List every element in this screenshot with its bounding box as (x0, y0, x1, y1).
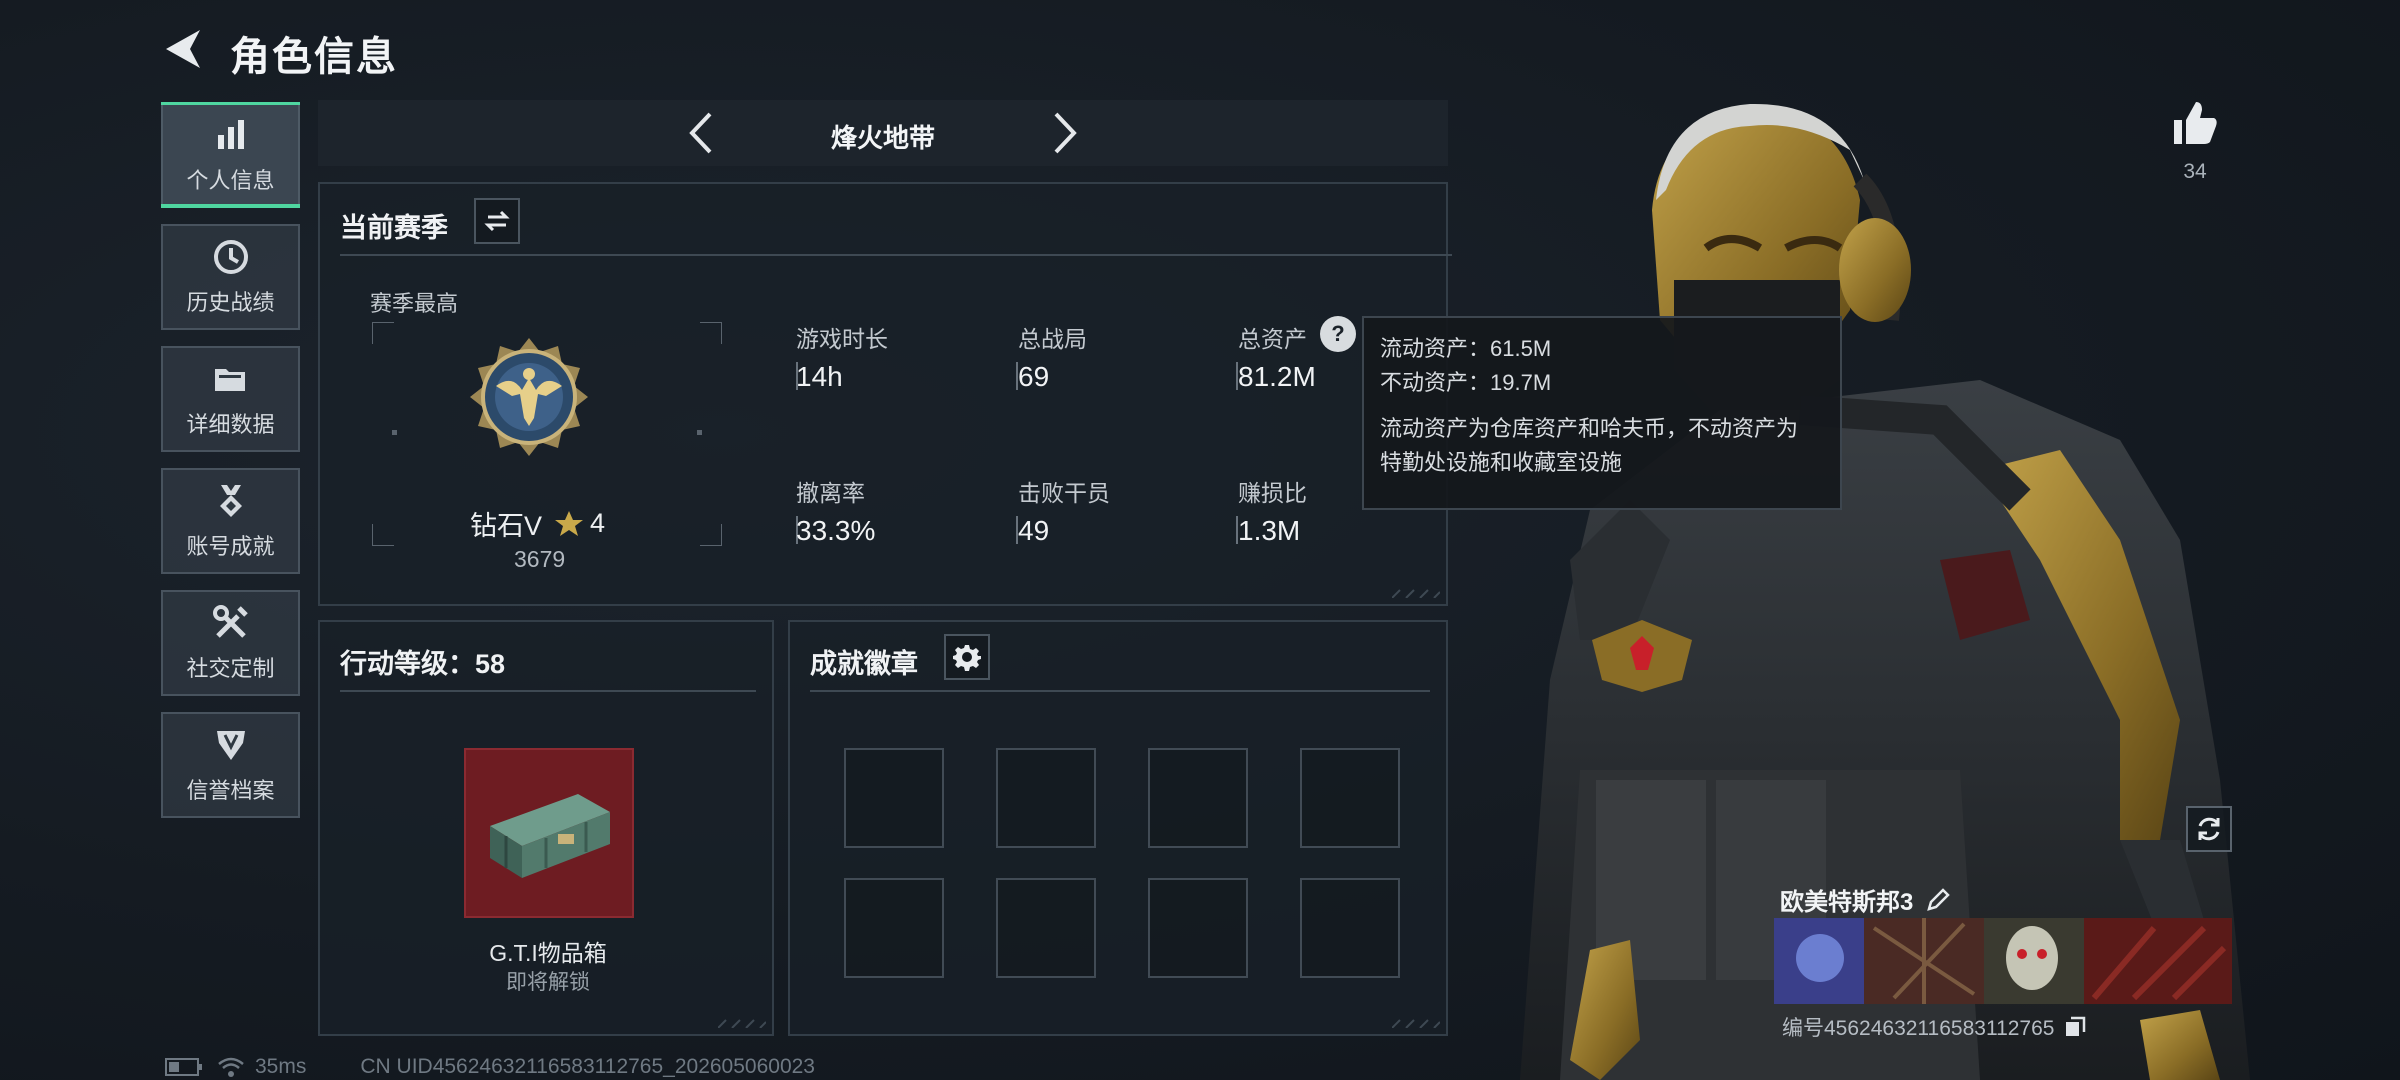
ping-value: 35ms (255, 1054, 307, 1078)
refresh-icon (2198, 817, 2220, 841)
bar-chart-icon (217, 120, 244, 149)
player-card-banner[interactable] (1774, 918, 2232, 1004)
switch-season-button[interactable] (474, 198, 520, 244)
divider (340, 254, 1452, 256)
stat-value: 14h (796, 361, 843, 392)
badge-slot[interactable] (844, 878, 944, 978)
nav-item-label: 历史战绩 (186, 290, 275, 315)
stat-value: 49 (1018, 515, 1050, 546)
swap-icon (484, 210, 510, 232)
nav-item-social[interactable]: 社交定制 (161, 590, 300, 696)
stat-value: 1.3M (1238, 515, 1301, 546)
crate-icon (490, 794, 610, 878)
achievements-title: 成就徽章 (810, 649, 918, 679)
season-panel: 当前赛季 赛季最高 钻石V 4 3679 游戏时长 14h 总战局 69 总资产… (318, 182, 1452, 606)
rank-name: 钻石V (470, 511, 543, 541)
badge-slot[interactable] (996, 878, 1096, 978)
question-icon: ? (1331, 321, 1345, 346)
copy-id-button[interactable] (2064, 1016, 2086, 1038)
mode-title: 烽火地带 (830, 123, 935, 153)
nav-item-achievements[interactable]: 账号成就 (161, 468, 300, 574)
uid-text: CN UID4562463211658311276​5_202605060023 (360, 1054, 815, 1078)
rotate-button[interactable] (2186, 806, 2232, 852)
nav-item-label: 个人信息 (186, 168, 275, 193)
badge-slot[interactable] (996, 748, 1096, 848)
chevron-right-icon[interactable] (1038, 108, 1088, 158)
player-id: 编号4562463211658311276​5 (1782, 1012, 2086, 1042)
gear-icon (953, 645, 981, 671)
badge-slot[interactable] (844, 748, 944, 848)
clock-icon (213, 240, 248, 274)
like-count: 34 (2183, 160, 2207, 183)
like-button[interactable] (2170, 98, 2220, 148)
rank-info: 钻石V 4 (470, 504, 605, 543)
folder-icon (214, 369, 245, 391)
nav-item-label: 信誉档案 (186, 778, 275, 803)
back-arrow-icon (166, 30, 200, 68)
badge-slot[interactable] (1300, 748, 1400, 848)
action-level-title: 行动等级：58 (340, 649, 506, 679)
section-title: 当前赛季 (340, 213, 448, 243)
nav-item-personal-info[interactable]: 个人信息 (161, 102, 300, 208)
page-title: 角色信息 (230, 35, 398, 79)
divider (810, 690, 1430, 692)
stat-label: 击败干员 (1018, 480, 1110, 506)
badge-slot[interactable] (1300, 878, 1400, 978)
fixed-assets-text: 不动资产：19.7M (1380, 370, 1552, 395)
asset-description-line-2: 特勤处设施和收藏室设施 (1380, 450, 1623, 475)
player-id-text: 编号4562463211658311276​5 (1782, 1017, 2055, 1040)
rank-score: 3679 (514, 546, 566, 572)
star-icon (555, 510, 584, 536)
medal-icon (219, 485, 242, 517)
achievements-panel: 成就徽章 (788, 620, 1448, 1036)
rank-emblem-icon (470, 338, 588, 456)
stat-label: 游戏时长 (796, 326, 888, 352)
edit-name-button[interactable] (1925, 887, 1951, 913)
achievement-settings-button[interactable] (944, 634, 990, 680)
stat-value: 33.3% (796, 515, 876, 546)
player-name: 欧美特斯邦3 (1780, 882, 1951, 917)
reward-status: 即将解锁 (506, 971, 590, 994)
help-button[interactable]: ? (1320, 316, 1356, 352)
player-name-text: 欧美特斯邦3 (1780, 889, 1914, 916)
corner-decoration (718, 1019, 766, 1028)
nav-item-label: 社交定制 (186, 656, 275, 681)
mode-selector: 烽火地带 (318, 100, 1448, 166)
asset-description-line-1: 流动资产为仓库资产和哈夫币，不动资产为 (1380, 416, 1799, 441)
rank-stars: 4 (590, 508, 606, 538)
badge-slot[interactable] (1148, 748, 1248, 848)
wifi-icon (218, 1057, 244, 1077)
stat-label: 总战局 (1018, 326, 1087, 352)
nav-item-history[interactable]: 历史战绩 (161, 224, 300, 330)
nav-item-label: 账号成就 (186, 534, 275, 559)
divider (340, 690, 756, 692)
nav-item-detailed-data[interactable]: 详细数据 (161, 346, 300, 452)
stat-label: 撤离率 (796, 480, 865, 506)
stat-label: 总资产 (1238, 326, 1307, 352)
tools-icon (212, 605, 248, 638)
liquid-assets-text: 流动资产：61.5M (1380, 336, 1552, 361)
back-button[interactable] (160, 26, 206, 72)
season-best-label: 赛季最高 (370, 291, 459, 316)
nav-item-label: 详细数据 (186, 412, 275, 437)
shield-icon (216, 731, 245, 760)
badge-slot[interactable] (1148, 878, 1248, 978)
stat-value: 81.2M (1238, 361, 1316, 392)
stat-value: 69 (1018, 361, 1050, 392)
action-level-panel: 行动等级：58 G.T.I物品箱 即将解锁 (318, 620, 774, 1036)
stat-label: 赚损比 (1238, 480, 1307, 506)
reward-item-card[interactable] (464, 748, 634, 918)
status-bar: 35ms CN UID4562463211658311276​5_2026050… (165, 1053, 1065, 1080)
nav-item-reputation[interactable]: 信誉档案 (161, 712, 300, 818)
reward-name: G.T.I物品箱 (489, 940, 607, 966)
battery-icon (165, 1057, 202, 1076)
asset-tooltip: 流动资产：61.5M 不动资产：19.7M 流动资产为仓库资产和哈夫币，不动资产… (1362, 316, 1842, 510)
